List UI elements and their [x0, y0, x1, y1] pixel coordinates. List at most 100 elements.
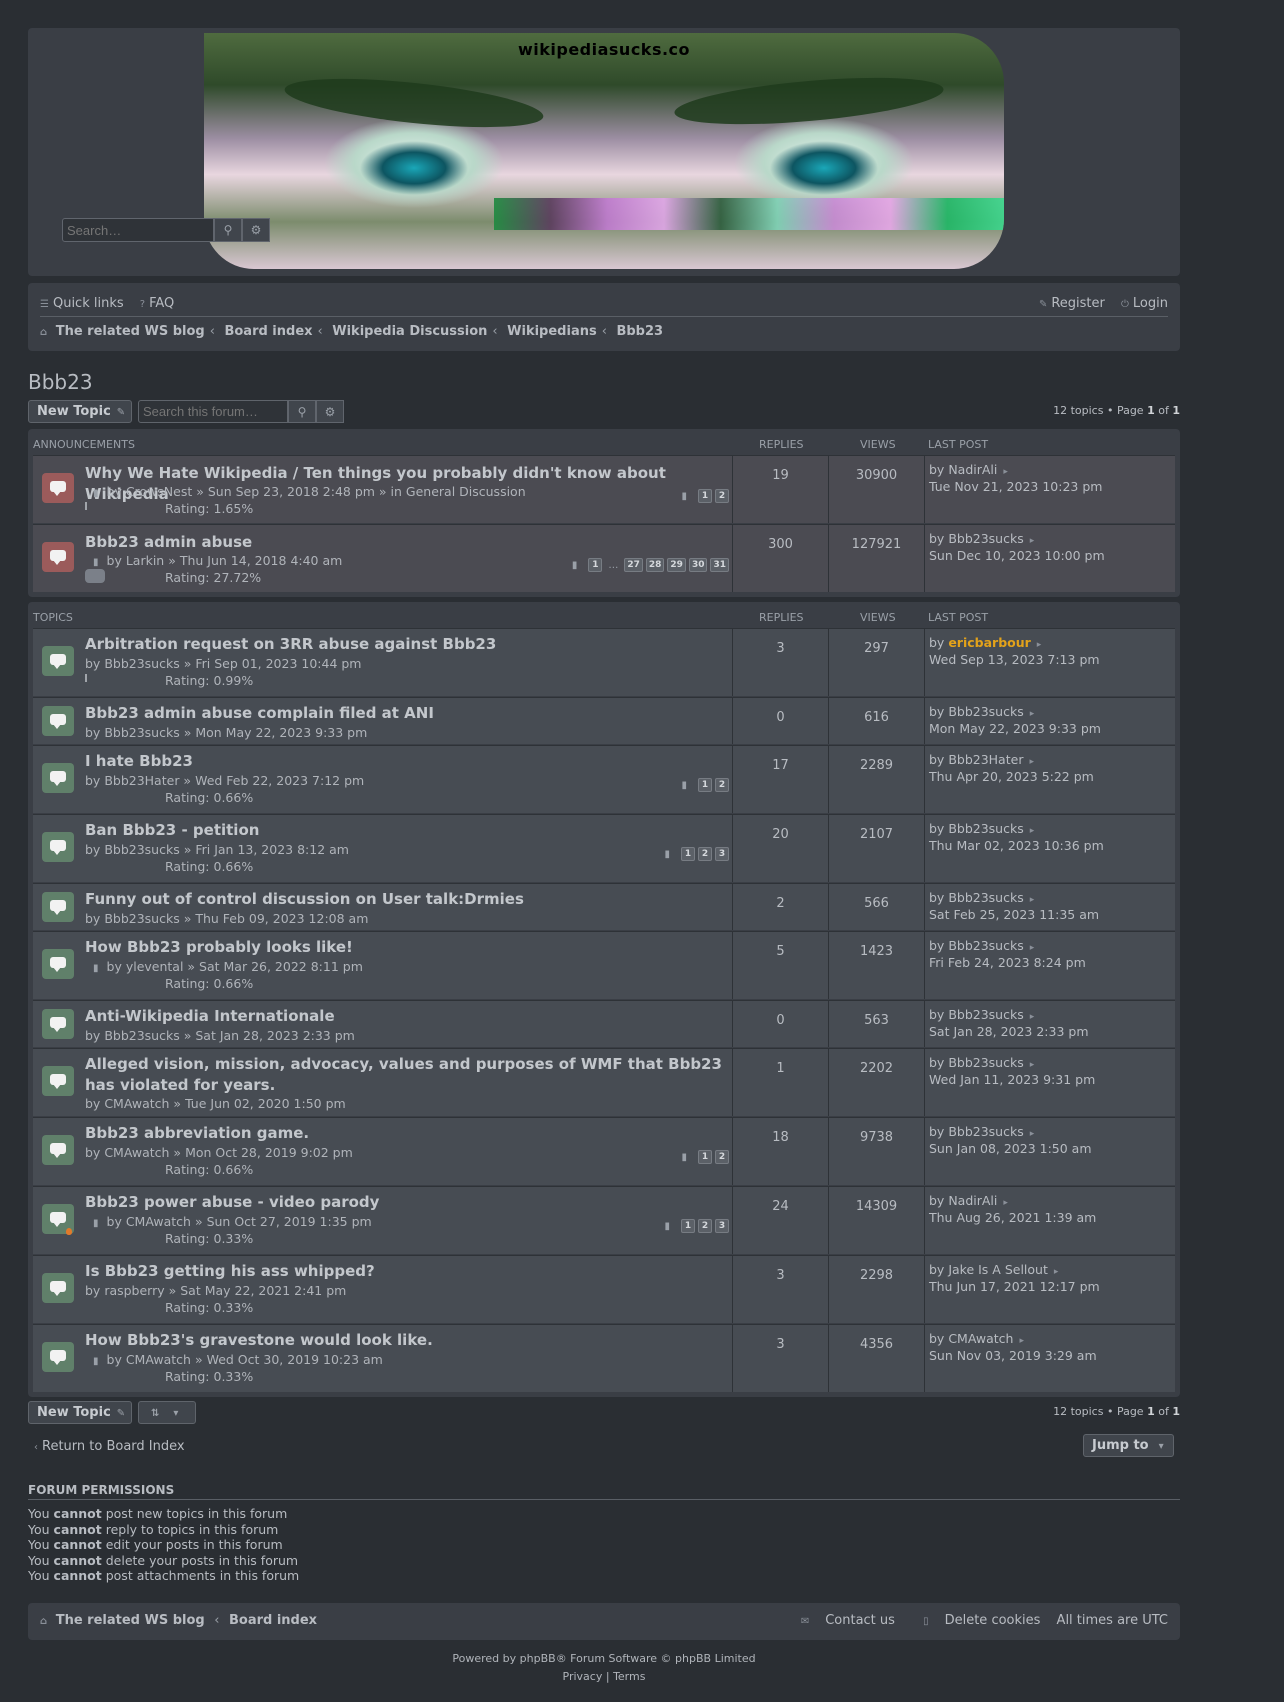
topic-forum[interactable]: General Discussion — [406, 484, 526, 499]
jump-to-button[interactable]: Jump to ▾ — [1083, 1434, 1174, 1457]
goto-icon[interactable]: ▸ — [1030, 1012, 1035, 1022]
topic-row[interactable]: Anti-Wikipedia Internationale by Bbb23su… — [33, 1000, 1175, 1047]
goto-icon[interactable]: ▸ — [1037, 640, 1042, 650]
last-post-author[interactable]: ericbarbour — [948, 635, 1030, 650]
topic-author[interactable]: Bbb23sucks — [104, 725, 179, 740]
delete-cookies-link[interactable]: ▯ Delete cookies — [911, 1613, 1040, 1628]
topic-author[interactable]: Bbb23sucks — [104, 842, 179, 857]
page-link[interactable]: 2 — [715, 1150, 729, 1164]
search-icon[interactable]: ⚲ — [288, 400, 316, 423]
last-post-author[interactable]: Bbb23Hater — [948, 752, 1023, 767]
page-link[interactable]: 1 — [698, 1150, 712, 1164]
page-link[interactable]: 3 — [715, 1219, 729, 1233]
topic-author[interactable]: raspberry — [104, 1283, 164, 1298]
topic-row[interactable]: I hate Bbb23 by Bbb23Hater » Wed Feb 22,… — [33, 745, 1175, 813]
topic-author[interactable]: CrowsNest — [126, 484, 192, 499]
topic-title[interactable]: Bbb23 power abuse - video parody — [85, 1192, 745, 1213]
sort-options-button[interactable]: ⇅ ▾ — [138, 1401, 196, 1424]
page-link[interactable]: 2 — [715, 778, 729, 792]
last-post-author[interactable]: Jake Is A Sellout — [948, 1262, 1048, 1277]
topic-row[interactable]: How Bbb23 probably looks like! ▮ by yleve… — [33, 931, 1175, 999]
breadcrumb-item-bbb23[interactable]: Bbb23 — [616, 324, 663, 339]
topic-title[interactable]: Anti-Wikipedia Internationale — [85, 1006, 745, 1027]
goto-icon[interactable]: ▸ — [1030, 709, 1035, 719]
page-link[interactable]: 27 — [624, 558, 643, 572]
privacy-link[interactable]: Privacy — [563, 1670, 603, 1683]
gear-icon[interactable]: ⚙ — [242, 218, 270, 242]
breadcrumb-item-board-index[interactable]: Board index — [224, 324, 312, 339]
new-topic-button[interactable]: New Topic ✎ — [28, 400, 132, 423]
topic-title[interactable]: Ban Bbb23 - petition — [85, 820, 745, 841]
last-post-author[interactable]: NadirAli — [948, 1193, 997, 1208]
page-link[interactable]: 29 — [667, 558, 686, 572]
announcement-row[interactable]: Why We Hate Wikipedia / Ten things you p… — [33, 455, 1175, 523]
topic-author[interactable]: CMAwatch — [126, 1214, 191, 1229]
topic-title[interactable]: I hate Bbb23 — [85, 751, 745, 772]
topic-title[interactable]: Bbb23 abbreviation game. — [85, 1123, 745, 1144]
goto-icon[interactable]: ▸ — [1019, 1336, 1024, 1346]
topic-title[interactable]: Is Bbb23 getting his ass whipped? — [85, 1261, 745, 1282]
goto-icon[interactable]: ▸ — [1030, 943, 1035, 953]
page-link[interactable]: 31 — [710, 558, 729, 572]
page-link[interactable]: 3 — [715, 847, 729, 861]
last-post-author[interactable]: Bbb23sucks — [948, 890, 1023, 905]
new-topic-button[interactable]: New Topic ✎ — [28, 1401, 132, 1424]
site-banner[interactable]: wikipediasucks.co — [204, 33, 1004, 269]
search-icon[interactable]: ⚲ — [214, 218, 242, 242]
announcement-row[interactable]: Bbb23 admin abuse ▮ by Larkin » Thu Jun 1… — [33, 524, 1175, 592]
forum-search-input[interactable] — [138, 400, 288, 423]
page-link[interactable]: 2 — [715, 489, 729, 503]
page-link[interactable]: 1 — [588, 558, 603, 572]
gear-icon[interactable]: ⚙ — [316, 400, 344, 423]
last-post-author[interactable]: Bbb23sucks — [948, 1055, 1023, 1070]
page-link[interactable]: 1 — [698, 778, 712, 792]
topic-author[interactable]: Bbb23sucks — [104, 1028, 179, 1043]
goto-icon[interactable]: ▸ — [1003, 467, 1008, 477]
topic-author[interactable]: CMAwatch — [104, 1145, 169, 1160]
topic-row[interactable]: Funny out of control discussion on User … — [33, 883, 1175, 930]
last-post-author[interactable]: Bbb23sucks — [948, 531, 1023, 546]
goto-icon[interactable]: ▸ — [1030, 1129, 1035, 1139]
quick-links-menu[interactable]: ☰ Quick links — [40, 296, 124, 311]
topic-title[interactable]: Funny out of control discussion on User … — [85, 889, 745, 910]
last-post-author[interactable]: CMAwatch — [948, 1331, 1013, 1346]
page-link[interactable]: 1 — [698, 489, 712, 503]
goto-icon[interactable]: ▸ — [1003, 1198, 1008, 1208]
page-link[interactable]: 1 — [681, 1219, 695, 1233]
terms-link[interactable]: Terms — [613, 1670, 645, 1683]
topic-row[interactable]: Is Bbb23 getting his ass whipped? by ras… — [33, 1255, 1175, 1323]
last-post-author[interactable]: Bbb23sucks — [948, 821, 1023, 836]
topic-author[interactable]: Bbb23Hater — [104, 773, 179, 788]
topic-title[interactable]: How Bbb23 probably looks like! — [85, 937, 745, 958]
topic-title[interactable]: Bbb23 admin abuse complain filed at ANI — [85, 703, 745, 724]
topic-row[interactable]: How Bbb23's gravestone would look like. … — [33, 1324, 1175, 1392]
goto-icon[interactable]: ▸ — [1030, 826, 1035, 836]
page-link[interactable]: 2 — [698, 1219, 712, 1233]
topic-row[interactable]: Ban Bbb23 - petition by Bbb23sucks » Fri… — [33, 814, 1175, 882]
topic-author[interactable]: CMAwatch — [126, 1352, 191, 1367]
page-link[interactable]: 2 — [698, 847, 712, 861]
page-link[interactable]: 28 — [645, 558, 665, 572]
last-post-author[interactable]: Bbb23sucks — [948, 704, 1023, 719]
last-post-author[interactable]: Bbb23sucks — [948, 1124, 1023, 1139]
goto-icon[interactable]: ▸ — [1054, 1267, 1059, 1277]
topic-row[interactable]: Bbb23 power abuse - video parody ▮ by CMA… — [33, 1186, 1175, 1254]
topic-row[interactable]: Bbb23 abbreviation game. by CMAwatch » M… — [33, 1117, 1175, 1185]
page-link[interactable]: 30 — [688, 558, 708, 572]
goto-icon[interactable]: ▸ — [1030, 895, 1035, 905]
return-to-board-index[interactable]: ‹ Return to Board Index — [34, 1439, 185, 1454]
topic-title[interactable]: Bbb23 admin abuse — [85, 532, 745, 553]
topic-author[interactable]: Bbb23sucks — [104, 911, 179, 926]
contact-us-link[interactable]: ✉ Contact us — [789, 1613, 895, 1628]
breadcrumb-item-wikipedians[interactable]: Wikipedians — [507, 324, 597, 339]
footer-crumb-board-index[interactable]: Board index — [229, 1613, 317, 1628]
topic-author[interactable]: Larkin — [126, 553, 164, 568]
goto-icon[interactable]: ▸ — [1029, 757, 1034, 767]
breadcrumb-item-wikipedia-discussion[interactable]: Wikipedia Discussion — [332, 324, 487, 339]
goto-icon[interactable]: ▸ — [1030, 1060, 1035, 1070]
login-link[interactable]: ⏻ Login — [1121, 296, 1168, 311]
topic-author[interactable]: ylevental — [126, 959, 184, 974]
last-post-author[interactable]: Bbb23sucks — [948, 1007, 1023, 1022]
footer-crumb-blog[interactable]: The related WS blog — [56, 1613, 205, 1628]
last-post-author[interactable]: NadirAli — [948, 462, 997, 477]
